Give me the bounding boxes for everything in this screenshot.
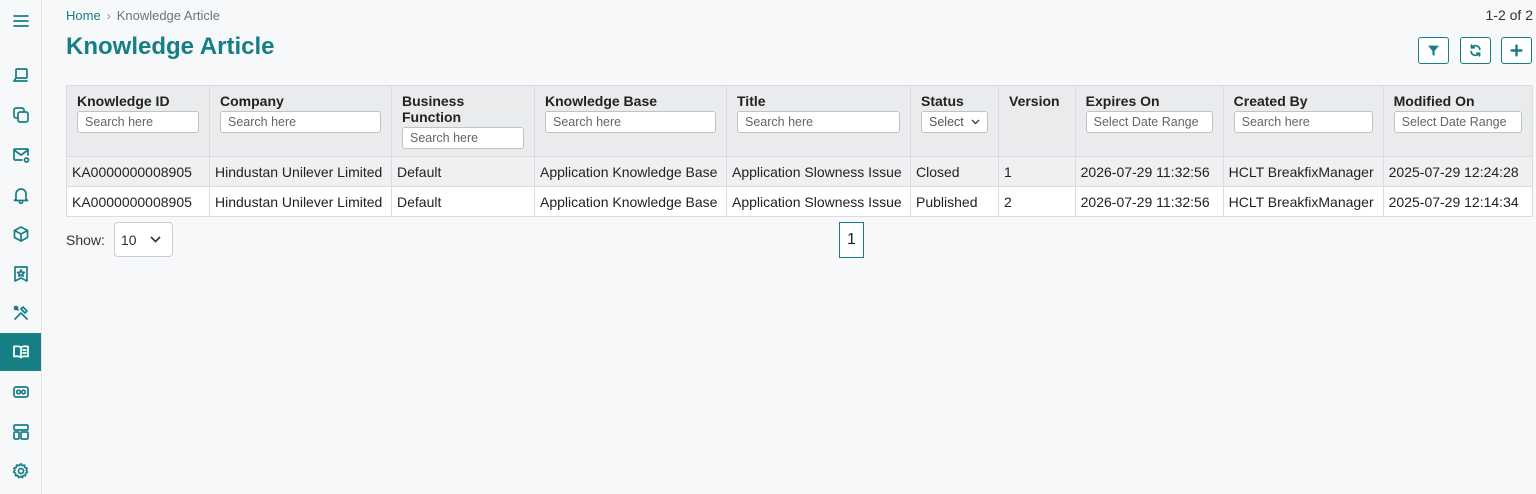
column-label: Expires On <box>1085 93 1160 109</box>
chevron-down-icon <box>150 236 161 243</box>
id-card-icon[interactable] <box>0 373 41 411</box>
breadcrumb: Home › Knowledge Article <box>66 8 220 23</box>
chevron-down-icon <box>971 119 980 125</box>
cell-created-by: HCLT BreakfixManager <box>1222 156 1384 187</box>
status-select[interactable]: Select <box>921 111 988 133</box>
column-created-by[interactable]: Created By <box>1222 85 1384 157</box>
column-label: Knowledge ID <box>77 93 170 109</box>
cell-knowledge-id: KA0000000008905 <box>66 156 210 187</box>
cell-title: Application Slowness Issue <box>726 186 911 217</box>
column-label: Version <box>1009 93 1060 109</box>
page-size-control: Show: 10 <box>66 222 173 257</box>
column-label: Created By <box>1233 93 1308 109</box>
breadcrumb-home-link[interactable]: Home <box>66 8 101 23</box>
business-function-search-input[interactable] <box>402 127 524 149</box>
filter-button[interactable] <box>1418 37 1449 64</box>
column-label: Knowledge Base <box>545 93 658 109</box>
cell-expires-on: 2026-07-29 11:32:56 <box>1074 186 1224 217</box>
table-header-row: Knowledge ID Company Business Function K… <box>66 85 1534 157</box>
cell-business-function: Default <box>391 156 535 187</box>
cell-expires-on: 2026-07-29 11:32:56 <box>1074 156 1224 187</box>
column-status[interactable]: Status Select <box>910 85 999 157</box>
cell-version: 1 <box>998 156 1076 187</box>
company-search-input[interactable] <box>220 111 381 133</box>
column-knowledge-base[interactable]: Knowledge Base <box>534 85 727 157</box>
column-business-function[interactable]: Business Function <box>391 85 535 157</box>
tools-icon[interactable] <box>0 294 41 332</box>
column-label: Modified On <box>1393 93 1475 109</box>
cell-status: Closed <box>910 156 999 187</box>
bookmark-star-icon[interactable] <box>0 255 41 293</box>
copy-icon[interactable] <box>0 96 41 134</box>
open-book-icon[interactable] <box>0 333 41 371</box>
column-version[interactable]: Version <box>998 85 1076 157</box>
cell-knowledge-base: Application Knowledge Base <box>534 186 727 217</box>
column-label: Company <box>220 93 284 109</box>
bell-icon[interactable] <box>0 176 41 214</box>
cell-modified-on: 2025-07-29 12:24:28 <box>1382 156 1534 187</box>
page-size-select[interactable]: 10 <box>113 222 173 257</box>
cell-version: 2 <box>998 186 1076 217</box>
column-label: Business Function <box>402 93 465 125</box>
hamburger-menu-icon[interactable] <box>0 2 41 40</box>
cell-company: Hindustan Unilever Limited <box>209 186 392 217</box>
breadcrumb-separator: › <box>106 8 111 23</box>
page-title: Knowledge Article <box>66 33 275 60</box>
column-knowledge-id[interactable]: Knowledge ID <box>66 85 210 157</box>
table-row[interactable]: KA0000000008905 Hindustan Unilever Limit… <box>66 156 1534 187</box>
refresh-icon <box>1470 44 1481 57</box>
knowledge-article-table: Knowledge ID Company Business Function K… <box>66 85 1534 217</box>
status-select-value: Select <box>929 115 964 129</box>
layout-icon[interactable] <box>0 413 41 451</box>
sidebar <box>0 0 42 494</box>
filter-icon <box>1428 45 1439 56</box>
laptop-icon[interactable] <box>0 56 41 94</box>
gear-icon[interactable] <box>0 452 41 490</box>
page-size-value: 10 <box>120 231 137 248</box>
table-row[interactable]: KA0000000008905 Hindustan Unilever Limit… <box>66 186 1534 217</box>
cube-icon[interactable] <box>0 215 41 253</box>
modified-on-date-range-input[interactable] <box>1393 111 1522 133</box>
title-search-input[interactable] <box>737 111 900 133</box>
column-label: Title <box>737 93 766 109</box>
cell-knowledge-id: KA0000000008905 <box>66 186 210 217</box>
cell-status: Published <box>910 186 999 217</box>
cell-business-function: Default <box>391 186 535 217</box>
created-by-search-input[interactable] <box>1233 111 1373 133</box>
column-title[interactable]: Title <box>726 85 911 157</box>
knowledge-id-search-input[interactable] <box>77 111 199 133</box>
expires-on-date-range-input[interactable] <box>1085 111 1213 133</box>
refresh-button[interactable] <box>1460 37 1491 64</box>
record-count: 1-2 of 2 <box>1485 7 1533 23</box>
mail-settings-icon[interactable] <box>0 136 41 174</box>
page-number-button[interactable]: 1 <box>839 222 864 258</box>
add-button[interactable] <box>1501 37 1532 64</box>
column-label: Status <box>921 93 964 109</box>
breadcrumb-current: Knowledge Article <box>116 8 221 23</box>
column-modified-on[interactable]: Modified On <box>1382 85 1534 157</box>
cell-title: Application Slowness Issue <box>726 156 911 187</box>
cell-created-by: HCLT BreakfixManager <box>1222 186 1384 217</box>
cell-company: Hindustan Unilever Limited <box>209 156 392 187</box>
show-label: Show: <box>66 231 105 248</box>
cell-modified-on: 2025-07-29 12:14:34 <box>1382 186 1534 217</box>
plus-icon <box>1510 44 1523 57</box>
knowledge-base-search-input[interactable] <box>545 111 716 133</box>
column-expires-on[interactable]: Expires On <box>1074 85 1224 157</box>
cell-knowledge-base: Application Knowledge Base <box>534 156 727 187</box>
column-company[interactable]: Company <box>209 85 392 157</box>
